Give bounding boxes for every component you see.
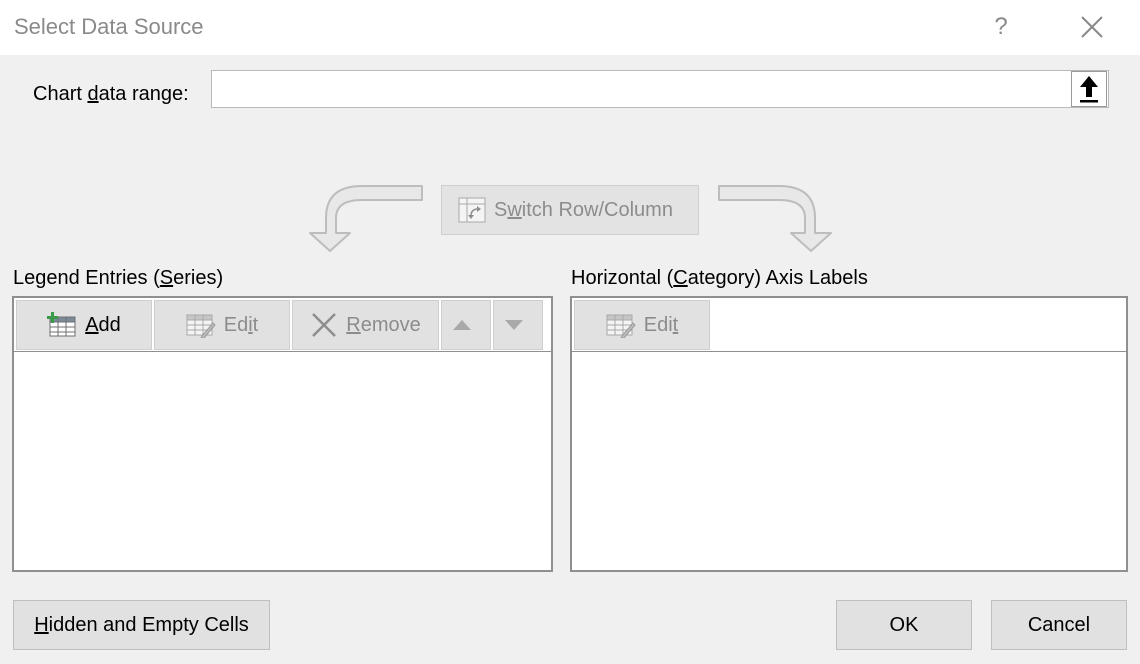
remove-series-button[interactable]: Remove (292, 300, 439, 350)
label-text: t (252, 313, 259, 336)
access-key: A (85, 313, 99, 336)
access-key: t (672, 313, 679, 336)
help-button[interactable]: ? (988, 11, 1014, 43)
up-arrow-icon (1080, 76, 1098, 103)
dialog-title: Select Data Source (14, 14, 204, 39)
title-bar: Select Data Source ? (0, 0, 1140, 55)
category-axis-panel: Edit (570, 296, 1128, 572)
hidden-empty-cells-button[interactable]: Hidden and Empty Cells (13, 600, 270, 650)
edit-series-label: Edit (224, 314, 258, 337)
legend-entries-toolbar: Add Edit Remove (14, 298, 551, 352)
add-series-button[interactable]: Add (16, 300, 152, 350)
curved-arrow-left-icon (309, 185, 423, 252)
close-button[interactable] (1076, 11, 1108, 43)
label-text: itch Row/Column (521, 198, 673, 221)
access-key: w (507, 198, 522, 221)
ok-button[interactable]: OK (836, 600, 972, 650)
edit-series-button[interactable]: Edit (154, 300, 290, 350)
label-text: Ed (223, 313, 249, 336)
label-text: Legend Entries ( (13, 267, 160, 289)
legend-entries-label: Legend Entries (Series) (13, 267, 223, 290)
label-text: Edi (643, 313, 673, 336)
edit-table-icon (186, 314, 216, 338)
triangle-down-icon (505, 320, 523, 330)
label-text: Horizontal ( (571, 267, 674, 289)
access-key: S (159, 267, 174, 289)
add-table-icon (47, 312, 76, 337)
move-down-button[interactable] (493, 300, 543, 350)
switch-row-column-icon (458, 197, 486, 223)
remove-series-label: Remove (346, 314, 420, 337)
add-series-label: Add (85, 314, 121, 337)
collapse-dialog-button[interactable] (1071, 71, 1107, 107)
access-key: C (673, 267, 688, 289)
remove-x-icon (312, 313, 337, 337)
switch-row-column-label: Switch Row/Column (494, 199, 673, 222)
label-text: ata range: (98, 83, 189, 105)
label-text: dd (98, 313, 121, 336)
close-icon (1081, 16, 1103, 38)
legend-entries-panel: Add Edit Remove (12, 296, 553, 572)
switch-row-column-button[interactable]: Switch Row/Column (441, 185, 699, 235)
triangle-up-icon (453, 320, 471, 330)
chart-data-range-label: Chart data range: (33, 83, 189, 106)
category-axis-toolbar: Edit (572, 298, 1126, 352)
category-axis-label: Horizontal (Category) Axis Labels (571, 267, 868, 290)
chart-data-range-input[interactable] (211, 70, 1109, 108)
curved-arrow-right-icon (718, 185, 832, 252)
move-up-button[interactable] (441, 300, 491, 350)
label-text: ategory) Axis Labels (687, 267, 868, 289)
access-key: H (34, 613, 49, 636)
edit-category-button[interactable]: Edit (574, 300, 710, 350)
label-text: idden and Empty Cells (48, 613, 249, 636)
cancel-button[interactable]: Cancel (991, 600, 1127, 650)
label-text: emove (360, 313, 421, 336)
edit-category-label: Edit (644, 314, 678, 337)
hidden-empty-cells-label: Hidden and Empty Cells (34, 614, 249, 637)
label-text: eries) (173, 267, 224, 289)
access-key: d (87, 83, 99, 105)
access-key: R (346, 313, 361, 336)
label-text: Chart (33, 83, 88, 105)
edit-table-icon (606, 314, 636, 338)
label-text: S (494, 198, 508, 221)
